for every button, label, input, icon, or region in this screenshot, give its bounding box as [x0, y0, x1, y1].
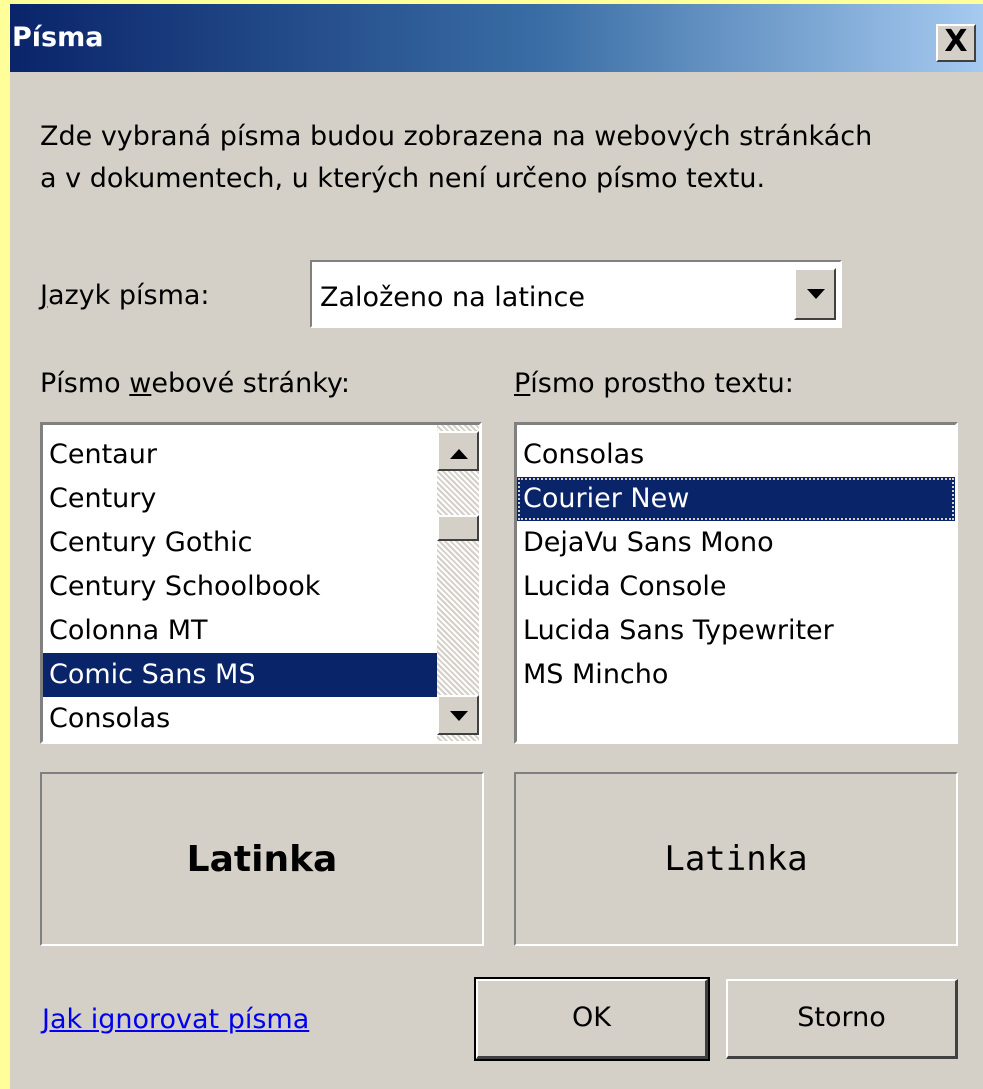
plain-font-preview: Latinka	[514, 772, 958, 946]
cancel-button[interactable]: Storno	[726, 979, 958, 1059]
web-font-label-post: ebové stránky:	[151, 368, 350, 399]
list-item-selected[interactable]: Courier New	[517, 477, 955, 521]
scroll-thumb[interactable]	[437, 515, 479, 541]
list-item[interactable]: MS Mincho	[517, 653, 955, 697]
list-item[interactable]: Century Gothic	[43, 521, 437, 565]
title-bar[interactable]: Písma X	[10, 4, 983, 72]
web-font-label-accel: w	[129, 368, 152, 399]
language-label: Jazyk písma:	[40, 280, 210, 311]
web-font-scrollbar[interactable]	[437, 425, 479, 741]
list-item[interactable]: Colonna MT	[43, 609, 437, 653]
list-item[interactable]: Century Schoolbook	[43, 565, 437, 609]
close-button[interactable]: X	[936, 24, 976, 62]
ignore-fonts-link[interactable]: Jak ignorovat písma	[42, 1004, 309, 1035]
language-label-accel: J	[40, 280, 48, 311]
list-item[interactable]: Consolas	[517, 433, 955, 477]
plain-font-listbox[interactable]: Consolas Courier New DejaVu Sans Mono Lu…	[514, 422, 958, 744]
dialog-title: Písma	[12, 22, 104, 53]
web-font-label: Písmo webové stránky:	[40, 368, 350, 399]
plain-font-label-accel: P	[514, 368, 531, 399]
list-item[interactable]: DejaVu Sans Mono	[517, 521, 955, 565]
web-font-listbox[interactable]: Centaur Century Century Gothic Century S…	[40, 422, 482, 744]
chevron-up-icon	[450, 449, 468, 459]
language-dropdown-button[interactable]	[794, 268, 836, 320]
desktop-edge	[0, 0, 10, 1089]
description-line-2: a v dokumentech, u kterých není určeno p…	[40, 163, 766, 194]
list-item[interactable]: Century	[43, 477, 437, 521]
fonts-dialog: Písma X Zde vybraná písma budou zobrazen…	[10, 4, 983, 1089]
scroll-up-button[interactable]	[437, 431, 479, 471]
language-label-rest: azyk písma:	[47, 280, 210, 311]
scroll-down-button[interactable]	[437, 695, 479, 735]
plain-font-label-rest: ísmo prostho textu:	[530, 368, 794, 399]
language-select[interactable]: Založeno na latince	[310, 260, 842, 328]
description-line-1: Zde vybraná písma budou zobrazena na web…	[40, 121, 873, 152]
list-item[interactable]: Lucida Console	[517, 565, 955, 609]
web-font-preview-text: Latinka	[186, 838, 338, 880]
plain-font-label: Písmo prostho textu:	[514, 368, 794, 399]
description-text: Zde vybraná písma budou zobrazena na web…	[40, 116, 970, 200]
list-item[interactable]: Consolas	[43, 697, 437, 741]
web-font-preview: Latinka	[40, 772, 484, 946]
ok-button[interactable]: OK	[474, 977, 710, 1061]
chevron-down-icon	[807, 289, 825, 299]
list-item[interactable]: Lucida Sans Typewriter	[517, 609, 955, 653]
list-item[interactable]: Centaur	[43, 433, 437, 477]
list-item-selected[interactable]: Comic Sans MS	[43, 653, 437, 697]
language-select-value: Založeno na latince	[320, 282, 586, 313]
plain-font-preview-text: Latinka	[664, 839, 808, 879]
chevron-down-icon	[450, 711, 468, 721]
web-font-label-pre: Písmo	[40, 368, 130, 399]
